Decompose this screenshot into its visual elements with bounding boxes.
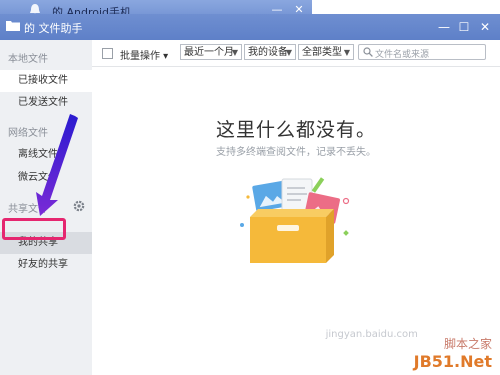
chevron-down-icon: ▼ — [231, 48, 238, 57]
window-title: 的 文件助手 — [24, 22, 83, 35]
sidebar-item-offline[interactable]: 离线文件 — [0, 144, 92, 166]
window-titlebar: 的 文件助手 — ☐ ✕ — [0, 14, 500, 40]
sidebar-item-label: 已发送文件 — [18, 97, 68, 108]
folder-icon — [6, 21, 20, 31]
sidebar-item-received[interactable]: 已接收文件 — [0, 70, 92, 92]
toolbar: 批量操作 ▾ 最近一个月 ▼ 我的设备 ▼ 全部类型 ▼ 文件名或来源 — [92, 40, 500, 67]
sidebar-section-local: 本地文件 — [8, 54, 48, 65]
sidebar-item-label: 微云文件 — [18, 172, 58, 183]
chevron-down-icon: ▼ — [285, 48, 292, 57]
watermark-site: 脚本之家 — [443, 337, 492, 351]
watermark: 脚本之家 JB51.Net jingyan.baidu.com — [326, 329, 492, 371]
watermark-domain: JB51.Net — [413, 352, 492, 371]
highlight-box — [2, 218, 66, 240]
chevron-down-icon: ▼ — [343, 48, 350, 57]
file-assistant-window: 的 文件助手 — ☐ ✕ 本地文件 已接收文件 已发送文件 网络文件 离线文件 … — [0, 14, 500, 375]
gear-icon[interactable] — [72, 199, 86, 213]
select-all-checkbox[interactable] — [102, 48, 113, 59]
bulk-action-menu[interactable]: 批量操作 ▾ — [120, 47, 168, 62]
maximize-button[interactable]: ☐ — [456, 19, 472, 35]
minimize-button[interactable]: — — [436, 19, 452, 35]
sidebar-item-sent[interactable]: 已发送文件 — [0, 92, 92, 114]
time-filter-select[interactable]: 最近一个月 ▼ — [180, 44, 242, 60]
file-list-area: 这里什么都没有。 支持多终端查阅文件，记录不丢失。 — [92, 67, 500, 375]
sidebar-item-friends-share[interactable]: 好友的共享 — [0, 254, 92, 276]
search-placeholder: 文件名或来源 — [375, 50, 430, 60]
empty-state-subtitle: 支持多终端查阅文件，记录不丢失。 — [216, 147, 376, 158]
sidebar-item-label: 好友的共享 — [18, 259, 68, 270]
type-filter-select[interactable]: 全部类型 ▼ — [298, 44, 354, 60]
sidebar-section-network: 网络文件 — [8, 128, 48, 139]
sidebar-section-share: 共享文件 — [8, 204, 48, 215]
close-button[interactable]: ✕ — [477, 19, 493, 35]
search-icon — [363, 47, 373, 57]
sidebar-item-label: 已接收文件 — [18, 75, 68, 86]
sidebar-item-label: 离线文件 — [18, 149, 58, 160]
device-filter-select[interactable]: 我的设备 ▼ — [244, 44, 296, 60]
empty-box-illustration — [240, 177, 350, 263]
empty-state-title: 这里什么都没有。 — [215, 119, 376, 141]
sidebar: 本地文件 已接收文件 已发送文件 网络文件 离线文件 微云文件 共享文件 我的共… — [0, 40, 93, 375]
sidebar-item-weiyun[interactable]: 微云文件 — [0, 167, 92, 189]
search-input[interactable]: 文件名或来源 — [358, 44, 486, 60]
watermark-faint: jingyan.baidu.com — [325, 329, 418, 340]
